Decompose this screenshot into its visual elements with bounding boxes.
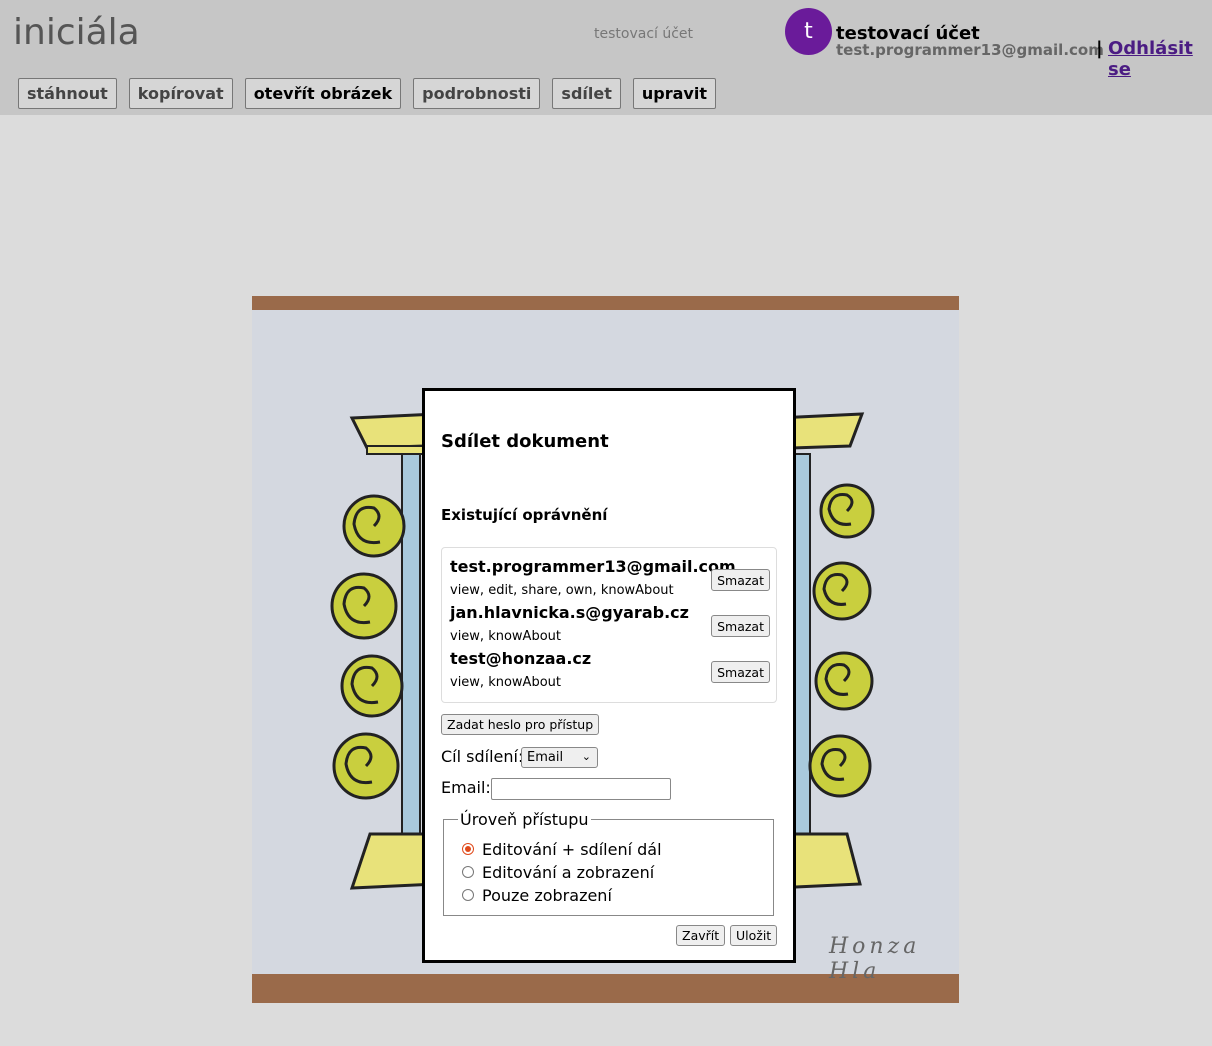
- delete-permission-button[interactable]: Smazat: [711, 569, 770, 591]
- email-label: Email:: [441, 778, 491, 797]
- chevron-down-icon: ⌄: [581, 750, 591, 763]
- app-logo[interactable]: iniciála: [13, 12, 140, 53]
- permission-email: test@honzaa.cz: [450, 649, 592, 668]
- access-option-label: Pouze zobrazení: [482, 885, 612, 905]
- share-target-value: Email: [527, 750, 564, 765]
- permissions-list: test.programmer13@gmail.com view, edit, …: [441, 547, 777, 703]
- share-dialog: Sdílet dokument Existující oprávnění tes…: [422, 388, 796, 963]
- user-email: test.programmer13@gmail.com: [836, 41, 1104, 59]
- save-button[interactable]: Uložit: [730, 925, 778, 946]
- permission-email: jan.hlavnicka.s@gyarab.cz: [450, 603, 689, 622]
- radio-unchecked[interactable]: [462, 889, 474, 901]
- permission-row: test.programmer13@gmail.com view, edit, …: [450, 557, 770, 603]
- dialog-title: Sdílet dokument: [441, 431, 609, 452]
- edit-button[interactable]: upravit: [632, 78, 716, 109]
- access-option-edit-share[interactable]: Editování + sdílení dál: [462, 839, 662, 859]
- delete-permission-button[interactable]: Smazat: [711, 661, 770, 683]
- permission-row: test@honzaa.cz view, knowAbout Smazat: [450, 649, 770, 695]
- permission-rights: view, knowAbout: [450, 629, 561, 644]
- share-target-label: Cíl sdílení:: [441, 747, 524, 766]
- close-button[interactable]: Zavřít: [676, 925, 726, 946]
- radio-unchecked[interactable]: [462, 866, 474, 878]
- toolbar: stáhnout kopírovat otevřít obrázek podro…: [18, 78, 728, 109]
- access-level-group: Úroveň přístupu Editování + sdílení dál …: [443, 810, 774, 916]
- delete-permission-button[interactable]: Smazat: [711, 615, 770, 637]
- access-option-view-only[interactable]: Pouze zobrazení: [462, 885, 612, 905]
- download-button[interactable]: stáhnout: [18, 78, 117, 109]
- permission-rights: view, edit, share, own, knowAbout: [450, 583, 674, 598]
- share-target-select[interactable]: Email ⌄: [521, 747, 598, 768]
- share-button[interactable]: sdílet: [552, 78, 621, 109]
- email-input[interactable]: [491, 778, 671, 800]
- drawing-signature: Honza Hla: [829, 934, 921, 984]
- logout-link[interactable]: Odhlásit se: [1108, 38, 1212, 80]
- copy-button[interactable]: kopírovat: [128, 78, 233, 109]
- account-label: testovací účet: [594, 26, 694, 42]
- access-option-edit-view[interactable]: Editování a zobrazení: [462, 862, 654, 882]
- permissions-title: Existující oprávnění: [441, 506, 608, 524]
- permission-rights: view, knowAbout: [450, 675, 561, 690]
- app-header: iniciála testovací účet t testovací účet…: [0, 0, 1212, 115]
- open-image-button[interactable]: otevřít obrázek: [244, 78, 402, 109]
- radio-checked[interactable]: [462, 843, 474, 855]
- avatar-letter: t: [804, 19, 813, 44]
- separator: |: [1096, 38, 1103, 59]
- details-button[interactable]: podrobnosti: [413, 78, 541, 109]
- access-option-label: Editování a zobrazení: [482, 862, 655, 882]
- permission-row: jan.hlavnicka.s@gyarab.cz view, knowAbou…: [450, 603, 770, 649]
- avatar[interactable]: t: [785, 8, 832, 55]
- access-level-legend: Úroveň přístupu: [458, 810, 591, 829]
- set-password-button[interactable]: Zadat heslo pro přístup: [441, 714, 600, 735]
- permission-email: test.programmer13@gmail.com: [450, 557, 736, 576]
- access-option-label: Editování + sdílení dál: [482, 839, 662, 859]
